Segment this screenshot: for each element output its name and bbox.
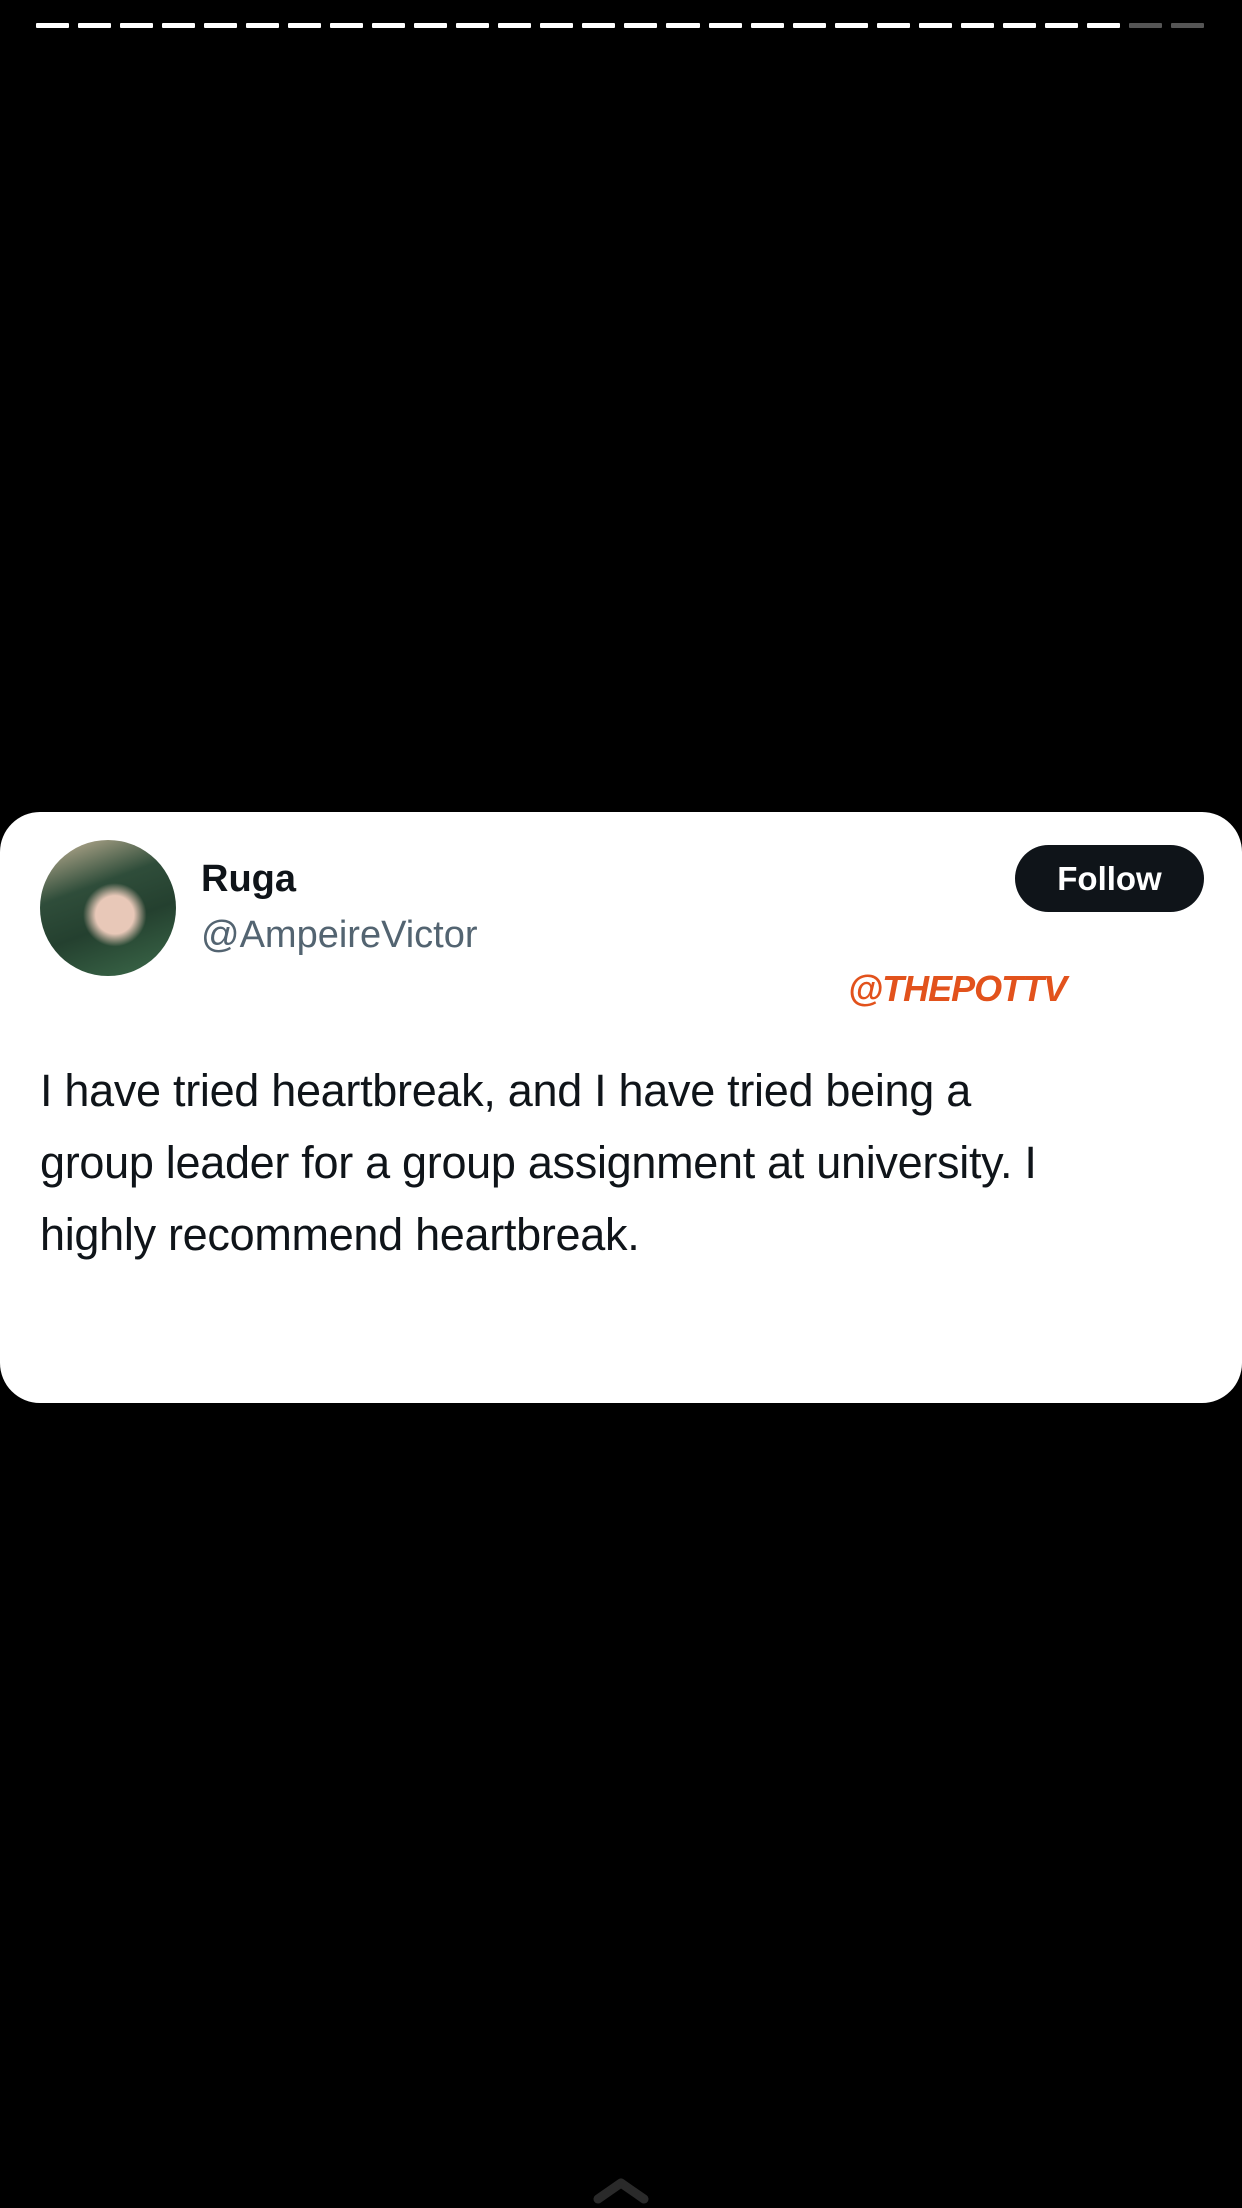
progress-segment xyxy=(582,23,616,28)
progress-segment xyxy=(750,23,784,28)
progress-segment xyxy=(918,23,952,28)
progress-segment xyxy=(204,23,238,28)
progress-segment xyxy=(708,23,742,28)
display-name[interactable]: Ruga xyxy=(201,858,296,901)
progress-segment xyxy=(624,23,658,28)
progress-segment xyxy=(792,23,826,28)
tweet-text-line: highly recommend heartbreak. xyxy=(40,1209,640,1260)
watermark: @THEPOTTV xyxy=(848,968,1067,1009)
progress-segment xyxy=(246,23,280,28)
progress-segment xyxy=(540,23,574,28)
tweet-text: I have tried heartbreak, and I have trie… xyxy=(40,1055,1230,1271)
tweet-text-line: group leader for a group assignment at u… xyxy=(40,1137,1037,1188)
avatar[interactable] xyxy=(40,840,176,976)
chevron-up-icon[interactable] xyxy=(593,2176,649,2204)
progress-segment xyxy=(960,23,994,28)
progress-segment xyxy=(834,23,868,28)
story-progress-bar xyxy=(36,23,1204,28)
progress-segment xyxy=(120,23,154,28)
progress-segment xyxy=(36,23,70,28)
progress-segment xyxy=(162,23,196,28)
progress-segment xyxy=(1128,23,1162,28)
progress-segment xyxy=(498,23,532,28)
progress-segment xyxy=(414,23,448,28)
progress-segment xyxy=(330,23,364,28)
progress-segment xyxy=(1044,23,1078,28)
progress-segment xyxy=(78,23,112,28)
progress-segment xyxy=(666,23,700,28)
progress-segment xyxy=(1086,23,1120,28)
progress-segment xyxy=(1170,23,1204,28)
user-handle[interactable]: @AmpeireVictor xyxy=(201,914,478,957)
progress-segment xyxy=(1002,23,1036,28)
progress-segment xyxy=(456,23,490,28)
progress-segment xyxy=(288,23,322,28)
follow-button[interactable]: Follow xyxy=(1015,845,1204,912)
progress-segment xyxy=(372,23,406,28)
tweet-text-line: I have tried heartbreak, and I have trie… xyxy=(40,1065,971,1116)
progress-segment xyxy=(876,23,910,28)
